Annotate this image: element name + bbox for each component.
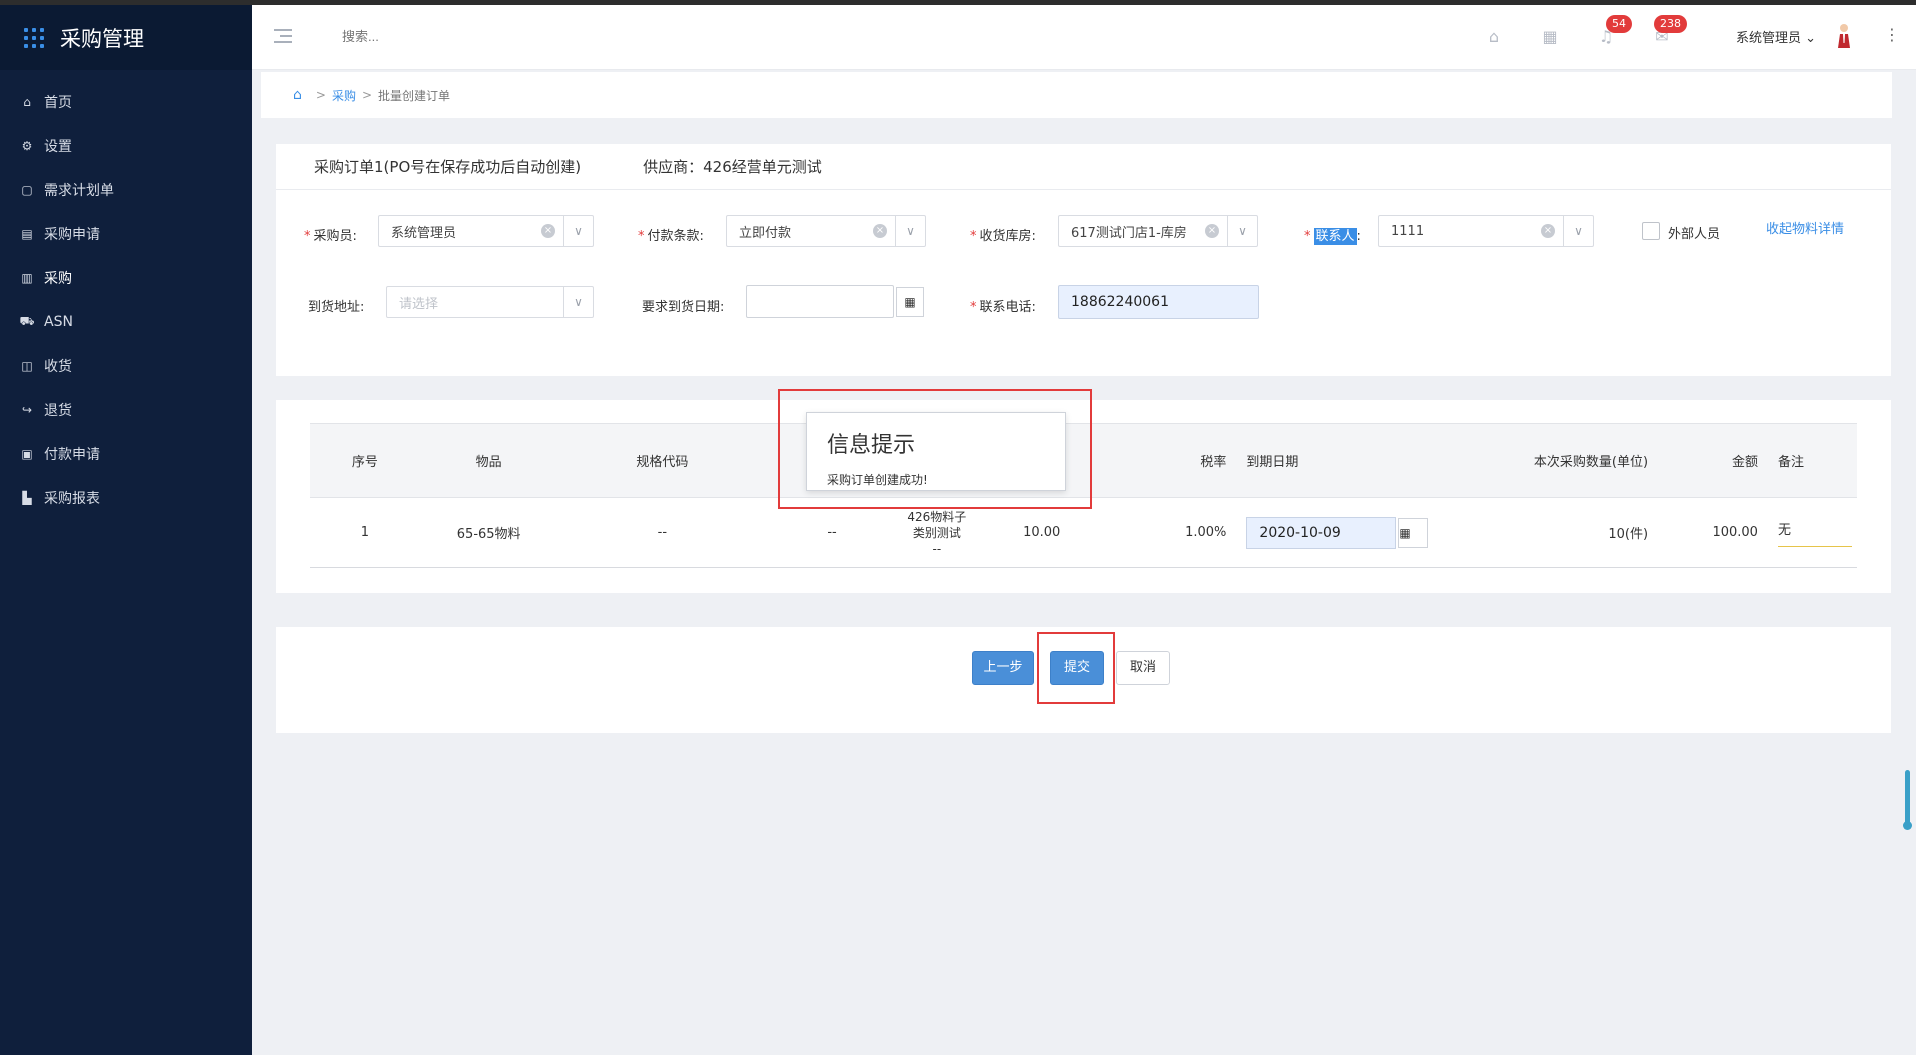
- page-scroll-track: [1905, 70, 1916, 1055]
- breadcrumb-purchase-link[interactable]: 采购: [332, 87, 356, 104]
- cancel-button[interactable]: 取消: [1116, 651, 1170, 685]
- clear-icon[interactable]: ×: [1205, 224, 1219, 238]
- sidebar-item-settings[interactable]: ⚙ 设置: [0, 124, 252, 168]
- gear-icon: ⚙: [21, 139, 33, 153]
- sidebar-item-payment-request[interactable]: ▣ 付款申请: [0, 432, 252, 476]
- order-form-card: 采购订单1(PO号在保存成功后自动创建) 供应商：426经营单元测试 * 采购员:…: [276, 144, 1891, 376]
- sidebar: 采购管理 ⌂ 首页 ⚙ 设置 ▢ 需求计划单 ▤ 采购申请 ▥ 采购 ⛟ ASN ◫ 收货 ↪…: [0, 5, 252, 1055]
- col-amount: 金额: [1658, 423, 1768, 498]
- chevron-down-icon[interactable]: ∨: [1227, 216, 1257, 246]
- document-icon: ▢: [21, 183, 33, 197]
- external-person-label: 外部人员: [1668, 227, 1721, 242]
- external-person-checkbox[interactable]: [1642, 222, 1660, 240]
- sidebar-item-home[interactable]: ⌂ 首页: [0, 80, 252, 124]
- col-tax: 税率: [1106, 423, 1237, 498]
- brand: 采购管理: [0, 5, 252, 70]
- payment-icon: ▣: [21, 447, 33, 461]
- chevron-down-icon[interactable]: ∨: [563, 287, 593, 317]
- col-seq: 序号: [310, 423, 420, 498]
- order-header: 采购订单1(PO号在保存成功后自动创建) 供应商：426经营单元测试: [276, 144, 1891, 190]
- cell-tax: 1.00%: [1106, 497, 1237, 568]
- supplier-info: 供应商：426经营单元测试: [643, 158, 822, 176]
- col-spec: 规格代码: [557, 423, 768, 498]
- cell-spec: --: [557, 497, 768, 568]
- cart-doc-icon: ▥: [21, 271, 33, 285]
- address-select[interactable]: 请选择 ∨: [386, 286, 594, 318]
- clear-icon[interactable]: ×: [873, 224, 887, 238]
- top-header: ⌂ ▦ ♫ 54 ✉ 238 系统管理员 ⌄ ⋮: [252, 5, 1916, 70]
- sidebar-item-receiving[interactable]: ◫ 收货: [0, 344, 252, 388]
- inbox-icon: ◫: [21, 359, 33, 373]
- annotation-box-popup: [778, 389, 1092, 509]
- message-badge: 238: [1654, 15, 1687, 33]
- app-grid-icon[interactable]: [24, 27, 44, 48]
- col-remark: 备注: [1767, 423, 1857, 498]
- prev-step-button[interactable]: 上一步: [972, 651, 1034, 685]
- collapse-details-link[interactable]: 收起物料详情: [1766, 220, 1846, 240]
- clear-icon[interactable]: ×: [541, 224, 555, 238]
- chevron-down-icon[interactable]: ∨: [1563, 216, 1593, 246]
- chevron-down-icon[interactable]: ∨: [563, 216, 593, 246]
- home-icon: ⌂: [23, 95, 31, 109]
- chevron-down-icon: ⌄: [1805, 31, 1817, 46]
- payment-terms-label: * 付款条款:: [638, 229, 704, 244]
- sidebar-menu: ⌂ 首页 ⚙ 设置 ▢ 需求计划单 ▤ 采购申请 ▥ 采购 ⛟ ASN ◫ 收货 ↪ 退货 ▣ 付…: [0, 80, 252, 520]
- sidebar-item-purchase-request[interactable]: ▤ 采购申请: [0, 212, 252, 256]
- sidebar-item-return[interactable]: ↪ 退货: [0, 388, 252, 432]
- cell-qty: 10(件): [1428, 497, 1659, 568]
- avatar[interactable]: [1836, 23, 1852, 49]
- calendar-icon[interactable]: ▦: [896, 287, 924, 317]
- bar-chart-icon: ▙: [22, 491, 32, 505]
- search-input[interactable]: [342, 29, 542, 44]
- clear-icon[interactable]: ×: [1541, 224, 1555, 238]
- home-icon[interactable]: ⌂: [1484, 27, 1504, 47]
- breadcrumb-current: 批量创建订单: [378, 88, 451, 103]
- sidebar-item-purchase[interactable]: ▥ 采购: [0, 256, 252, 300]
- breadcrumb-separator: >: [315, 88, 326, 102]
- grid-icon[interactable]: ▦: [1540, 27, 1560, 47]
- more-icon[interactable]: ⋮: [1884, 25, 1900, 44]
- arrival-date-input[interactable]: [746, 285, 894, 318]
- breadcrumb: ⌂ > 采购 > 批量创建订单: [261, 72, 1892, 118]
- phone-input[interactable]: 18862240061: [1058, 285, 1259, 319]
- notification-badge: 54: [1606, 15, 1632, 33]
- phone-label: * 联系电话:: [970, 300, 1036, 315]
- col-qty: 本次采购数量(单位): [1428, 423, 1659, 498]
- sidebar-item-purchase-report[interactable]: ▙ 采购报表: [0, 476, 252, 520]
- address-label: 到货地址:: [308, 300, 365, 315]
- breadcrumb-home-icon[interactable]: ⌂: [293, 87, 302, 103]
- order-title: 采购订单1(PO号在保存成功后自动创建): [314, 158, 582, 176]
- cell-amount: 100.00: [1658, 497, 1768, 568]
- due-date-input[interactable]: 2020-10-09: [1246, 516, 1397, 549]
- warehouse-label: * 收货库房:: [970, 229, 1036, 244]
- warehouse-select[interactable]: 617测试门店1-库房 × ∨: [1058, 215, 1258, 247]
- app-title: 采购管理: [60, 26, 144, 51]
- sidebar-item-demand-plan[interactable]: ▢ 需求计划单: [0, 168, 252, 212]
- truck-icon: ⛟: [19, 314, 35, 328]
- breadcrumb-separator: >: [361, 88, 373, 102]
- remark-input[interactable]: 无: [1777, 519, 1852, 547]
- chevron-down-icon[interactable]: ∨: [895, 216, 925, 246]
- cell-item: 65-65物料: [419, 497, 558, 568]
- annotation-box-submit: [1037, 632, 1115, 704]
- buyer-label: * 采购员:: [304, 229, 357, 244]
- return-icon: ↪: [21, 403, 33, 417]
- cell-seq: 1: [310, 497, 420, 568]
- contact-select[interactable]: 1111 × ∨: [1378, 215, 1594, 247]
- sidebar-item-asn[interactable]: ⛟ ASN: [0, 300, 252, 344]
- user-menu[interactable]: 系统管理员 ⌄: [1736, 27, 1816, 46]
- scroll-handle[interactable]: [1903, 770, 1912, 830]
- form-icon: ▤: [21, 227, 33, 241]
- payment-terms-select[interactable]: 立即付款 × ∨: [726, 215, 926, 247]
- contact-label: * 联系人:: [1304, 228, 1361, 245]
- menu-toggle-icon[interactable]: [274, 29, 292, 43]
- cell-due: 2020-10-09 ▦: [1236, 497, 1429, 568]
- buyer-select[interactable]: 系统管理员 × ∨: [378, 215, 594, 247]
- cell-remark: 无: [1767, 497, 1857, 568]
- col-item: 物品: [419, 423, 558, 498]
- calendar-icon[interactable]: ▦: [1398, 517, 1429, 548]
- col-due: 到期日期: [1236, 423, 1429, 498]
- arrival-date-label: 要求到货日期:: [642, 300, 725, 315]
